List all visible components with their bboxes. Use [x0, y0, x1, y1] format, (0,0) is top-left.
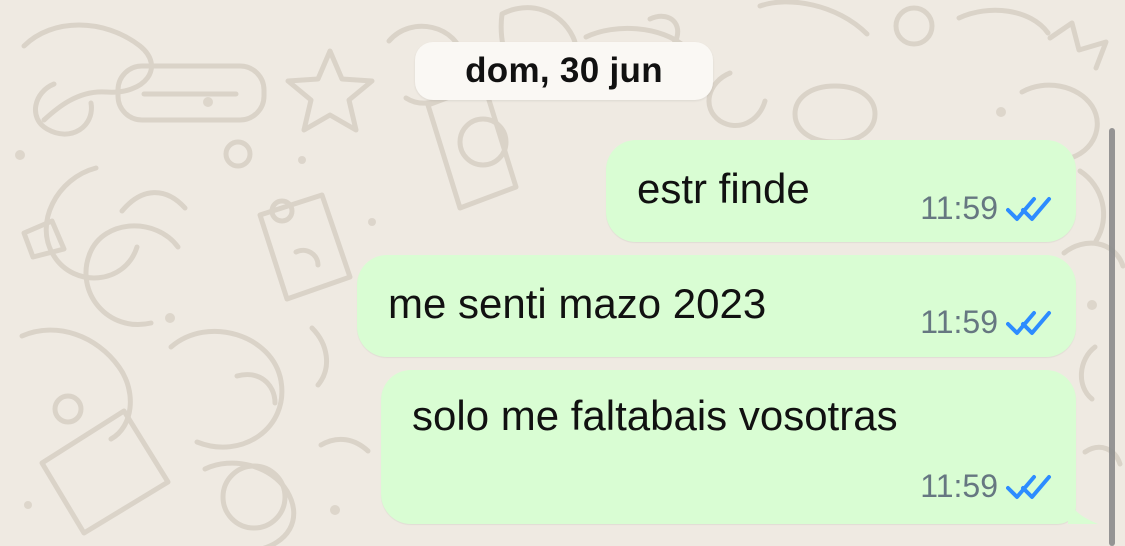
message-time: 11:59	[920, 468, 998, 504]
message-text: me senti mazo 2023	[388, 280, 767, 327]
message-time: 11:59	[920, 304, 998, 340]
message-text: estr finde	[637, 165, 810, 212]
message-meta: 11:59	[920, 192, 1052, 224]
message-tail-icon	[1068, 500, 1098, 524]
double-check-icon	[1006, 197, 1051, 221]
double-check-icon	[1006, 311, 1051, 335]
message-bubble[interactable]: solo me faltabais vosotras 11:59	[381, 370, 1098, 524]
message-meta: 11:59	[920, 470, 1052, 502]
message-meta: 11:59	[920, 306, 1052, 338]
message-time: 11:59	[920, 190, 998, 226]
message-text: solo me faltabais vosotras	[412, 392, 898, 439]
message-bubble[interactable]: me senti mazo 2023 11:59	[357, 255, 1076, 357]
double-check-icon	[1006, 475, 1051, 499]
message-bubble[interactable]: estr finde 11:59	[606, 140, 1076, 242]
date-label: dom, 30 jun	[465, 51, 663, 90]
chat-scrollbar[interactable]	[1109, 128, 1115, 546]
date-separator: dom, 30 jun	[415, 42, 713, 100]
